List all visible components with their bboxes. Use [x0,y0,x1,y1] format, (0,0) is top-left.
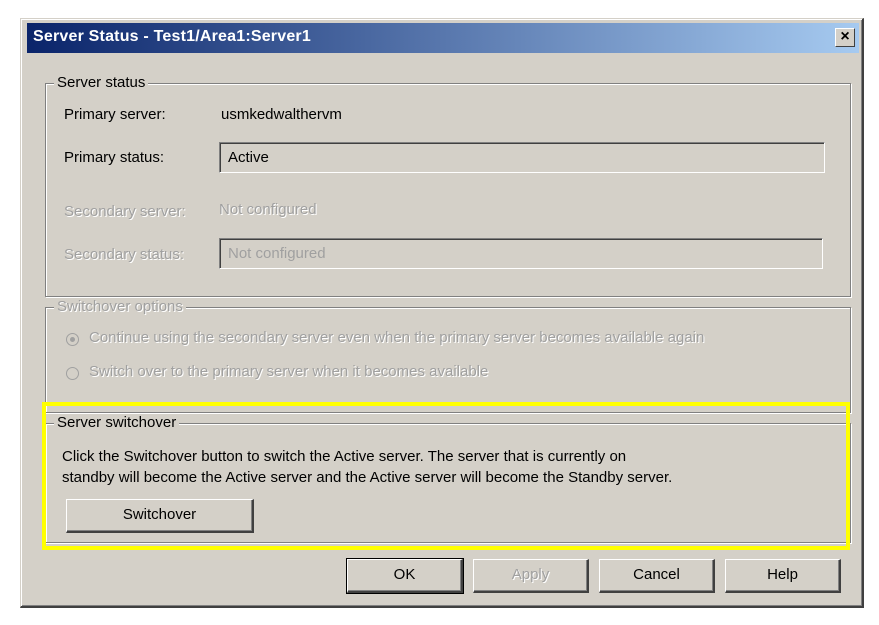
ok-button[interactable]: OK [346,558,464,594]
switchover-options-legend: Switchover options [54,298,186,315]
secondary-status-label: Secondary status: [64,246,185,263]
primary-status-field: Active [219,142,825,173]
secondary-status-field: Not configured [219,238,823,269]
switchover-highlight-box [42,402,850,550]
primary-server-label: Primary server: [64,106,166,123]
server-status-legend: Server status [54,74,149,91]
secondary-status-value: Not configured [228,245,326,262]
help-button[interactable]: Help [725,559,841,593]
secondary-server-value: Not configured [219,201,317,218]
radio-selected-dot [70,337,75,342]
continue-secondary-label[interactable]: Continue using the secondary server even… [89,329,704,346]
close-icon: × [840,28,850,45]
cancel-button[interactable]: Cancel [599,559,715,593]
switch-primary-label[interactable]: Switch over to the primary server when i… [89,363,488,380]
continue-secondary-radio[interactable] [66,333,79,346]
apply-button[interactable]: Apply [473,559,589,593]
primary-status-label: Primary status: [64,149,165,166]
switch-primary-radio[interactable] [66,367,79,380]
primary-server-value: usmkedwalthervm [221,106,342,123]
window-title: Server Status - Test1/Area1:Server1 [33,28,311,45]
close-button[interactable]: × [835,28,855,47]
primary-status-value: Active [228,149,269,166]
switchover-options-group: Switchover options [45,298,851,413]
title-bar[interactable]: Server Status - Test1/Area1:Server1 × [27,23,859,53]
secondary-server-label: Secondary server: [64,203,186,220]
